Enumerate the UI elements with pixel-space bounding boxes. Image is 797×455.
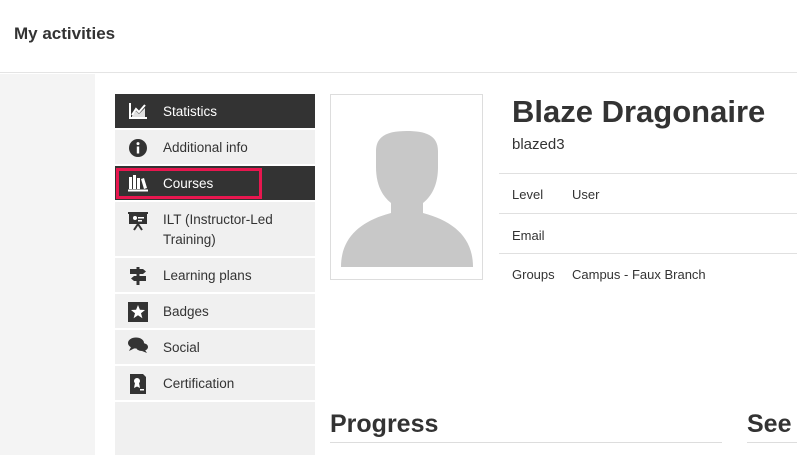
sidebar-item-social[interactable]: Social [115,330,315,366]
sidebar-item-ilt[interactable]: ILT (Instructor-Led Training) [115,202,315,258]
top-bar: My activities [0,0,797,73]
progress-rule [330,442,722,443]
sidebar-item-label: ILT (Instructor-Led Training) [163,212,273,247]
sidebar-nav: Statistics Additional info Courses ILT (… [115,94,315,455]
level-value: User [572,187,600,202]
sidebar-item-label: Certification [163,376,235,391]
sidebar-item-label: Additional info [163,140,248,155]
sidebar-item-learning-plans[interactable]: Learning plans [115,258,315,294]
chat-icon [127,335,149,357]
info-icon [127,137,149,159]
sidebar-item-certification[interactable]: Certification [115,366,315,402]
left-gutter [0,74,95,455]
page-title: My activities [14,24,116,43]
email-label: Email [512,228,545,243]
divider [499,173,797,174]
signpost-icon [127,265,149,287]
progress-heading: Progress [330,410,439,438]
sidebar-item-label: Badges [163,304,209,319]
groups-label: Groups [512,267,555,282]
divider [499,253,797,254]
profile-name: Blaze Dragonaire [512,94,766,129]
sidebar-item-label: Learning plans [163,268,252,283]
profile-username: blazed3 [512,136,565,153]
sidebar-item-label: Social [163,340,200,355]
level-label: Level [512,187,544,202]
presentation-icon [127,210,149,232]
see-rule [747,442,797,443]
sidebar-item-courses[interactable]: Courses [115,166,315,202]
books-icon [127,172,149,194]
sidebar-item-label: Courses [163,176,214,191]
certificate-icon [127,373,149,395]
sidebar-item-statistics[interactable]: Statistics [115,94,315,130]
divider [499,213,797,214]
sidebar-item-additional-info[interactable]: Additional info [115,130,315,166]
star-icon [127,301,149,323]
see-heading: See [747,410,792,438]
groups-value: Campus - Faux Branch [572,267,706,282]
user-silhouette-icon [341,131,473,267]
sidebar-item-label: Statistics [163,104,218,119]
avatar [330,94,483,280]
chart-icon [127,100,149,122]
sidebar-item-badges[interactable]: Badges [115,294,315,330]
